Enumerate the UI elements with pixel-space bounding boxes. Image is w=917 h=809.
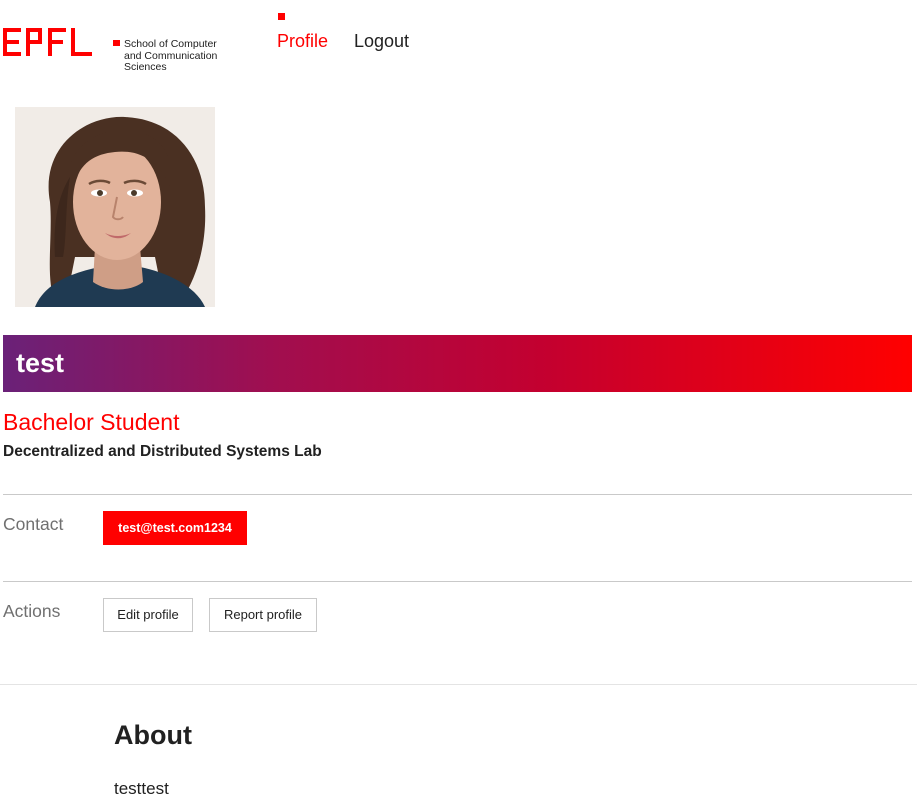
edit-profile-button[interactable]: Edit profile	[103, 598, 193, 632]
profile-name-banner: test	[3, 335, 912, 392]
report-profile-button[interactable]: Report profile	[209, 598, 317, 632]
contact-email-button[interactable]: test@test.com1234	[103, 511, 247, 545]
about-text: testtest	[114, 779, 169, 798]
profile-unit: Decentralized and Distributed Systems La…	[3, 443, 322, 460]
epfl-logo[interactable]	[3, 28, 93, 56]
school-label: School of Computer and Communication Sci…	[124, 38, 218, 73]
nav-profile-link[interactable]: Profile	[277, 30, 328, 52]
profile-position: Bachelor Student	[3, 409, 180, 435]
divider	[3, 494, 912, 495]
profile-photo	[15, 107, 215, 307]
active-nav-indicator	[278, 13, 285, 20]
school-marker-icon	[113, 40, 120, 46]
contact-label: Contact	[3, 514, 64, 534]
divider	[3, 581, 912, 582]
nav-logout-link[interactable]: Logout	[354, 30, 409, 52]
about-heading: About	[114, 720, 192, 750]
profile-name: test	[16, 348, 65, 378]
actions-label: Actions	[3, 601, 61, 621]
section-divider	[0, 684, 917, 685]
